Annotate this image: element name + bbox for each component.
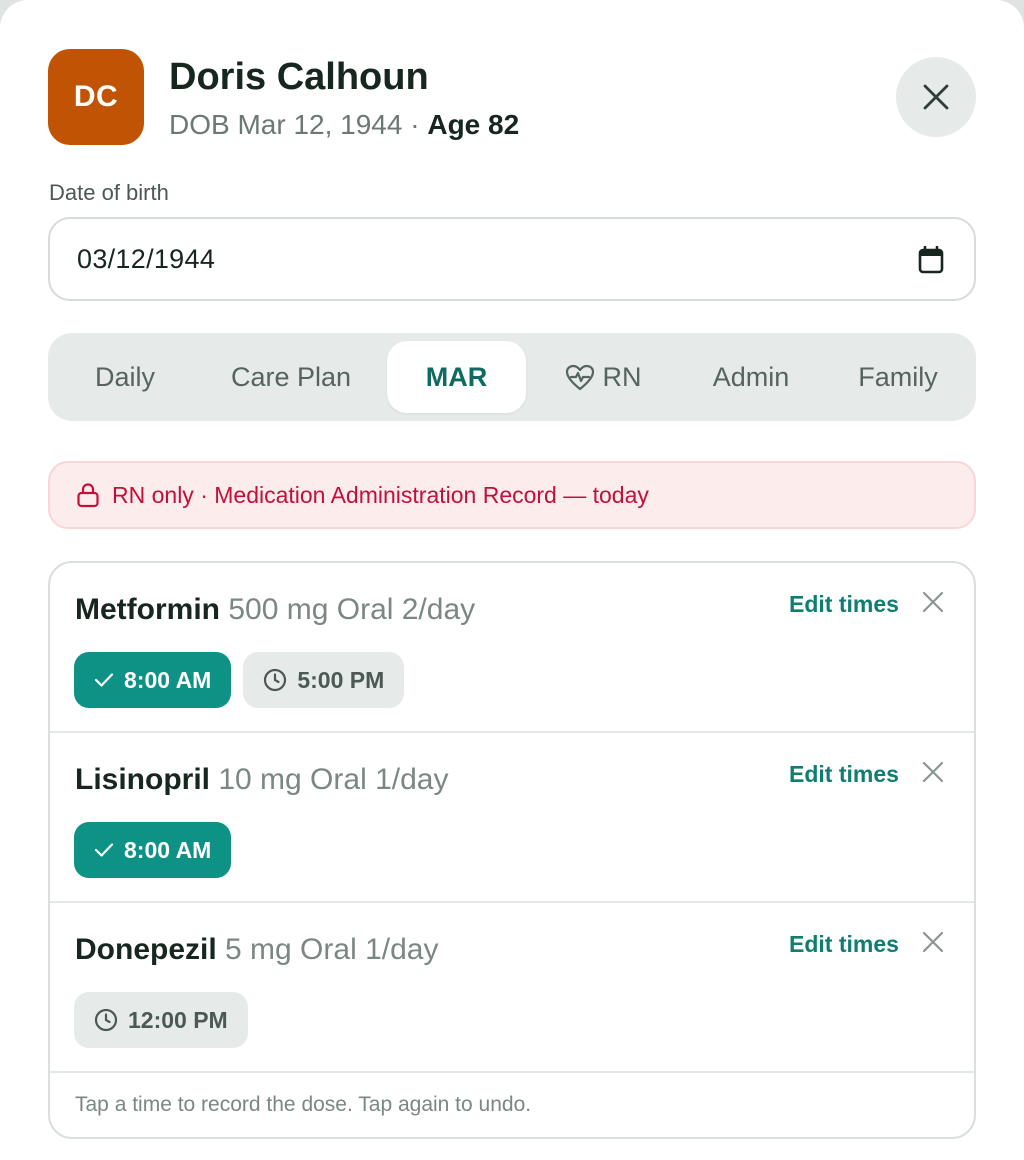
patient-sheet: DC Doris Calhoun DOB Mar 12, 1944 · Age …	[0, 0, 1024, 1160]
med-detail: 10 mg Oral 1/day	[218, 763, 449, 796]
tab-daily[interactable]: Daily	[60, 341, 190, 413]
tab-admin-label: Admin	[712, 361, 790, 392]
lock-icon	[77, 483, 99, 508]
med-title: Metformin 500 mg Oral 2/day	[75, 593, 475, 627]
remove-med-icon[interactable]	[922, 591, 944, 613]
dose-time: 8:00 AM	[124, 666, 212, 693]
edit-times-button[interactable]: Edit times	[789, 931, 899, 958]
check-icon	[94, 843, 114, 857]
calendar-icon[interactable]	[918, 246, 944, 274]
dose-times: 12:00 PM	[74, 992, 248, 1048]
avatar: DC	[48, 49, 144, 145]
tab-rn-label: RN	[602, 361, 642, 392]
dose-chip-due[interactable]: 5:00 PM	[243, 652, 405, 708]
dose-chip-due[interactable]: 12:00 PM	[74, 992, 248, 1048]
tab-mar[interactable]: MAR	[387, 341, 526, 413]
tab-bar: Daily Care Plan MAR RN Admin Family	[48, 333, 976, 421]
notice-text: RN only · Medication Administration Reco…	[112, 481, 649, 508]
med-name: Lisinopril	[75, 763, 210, 796]
clock-icon	[94, 1008, 118, 1032]
clock-icon	[264, 668, 287, 692]
med-name: Donepezil	[75, 933, 217, 966]
tab-care-plan-label: Care Plan	[230, 361, 352, 392]
check-icon	[94, 673, 114, 687]
medication-list: Metformin 500 mg Oral 2/day Edit times 8…	[48, 561, 976, 1139]
tab-rn[interactable]: RN	[552, 341, 654, 413]
tab-mar-label: MAR	[425, 361, 488, 392]
med-row-donepezil: Donepezil 5 mg Oral 1/day Edit times 12:…	[50, 903, 974, 1073]
dose-chip-given[interactable]: 8:00 AM	[74, 822, 232, 878]
dob-date-input[interactable]: 03/12/1944	[48, 217, 976, 301]
med-row-lisinopril: Lisinopril 10 mg Oral 1/day Edit times 8…	[50, 733, 974, 903]
tab-family-label: Family	[858, 361, 938, 392]
edit-times-button[interactable]: Edit times	[789, 591, 899, 618]
med-detail: 5 mg Oral 1/day	[225, 933, 439, 966]
age-text: Age 82	[427, 109, 520, 140]
tab-care-plan[interactable]: Care Plan	[208, 341, 374, 413]
tab-daily-label: Daily	[94, 361, 155, 392]
edit-times-button[interactable]: Edit times	[789, 761, 899, 788]
dose-time: 8:00 AM	[124, 836, 212, 863]
dose-time: 12:00 PM	[128, 1006, 228, 1033]
dob-text: DOB Mar 12, 1944 ·	[169, 109, 428, 140]
tab-admin[interactable]: Admin	[694, 341, 808, 413]
rn-only-notice: RN only · Medication Administration Reco…	[48, 461, 976, 529]
patient-name: Doris Calhoun	[169, 56, 429, 98]
med-title: Lisinopril 10 mg Oral 1/day	[75, 763, 448, 797]
med-name: Metformin	[75, 593, 220, 626]
remove-med-icon[interactable]	[922, 761, 944, 783]
heart-pulse-icon	[565, 364, 594, 390]
dob-field-label: Date of birth	[49, 180, 169, 205]
tab-family[interactable]: Family	[840, 341, 956, 413]
close-icon	[923, 84, 949, 110]
dob-date-value: 03/12/1944	[77, 243, 216, 274]
med-detail: 500 mg Oral 2/day	[228, 593, 476, 626]
dob-summary: DOB Mar 12, 1944 · Age 82	[169, 109, 519, 141]
dose-times: 8:00 AM	[74, 822, 232, 878]
dose-chip-given[interactable]: 8:00 AM	[74, 652, 232, 708]
med-title: Donepezil 5 mg Oral 1/day	[75, 933, 438, 967]
dose-time: 5:00 PM	[297, 666, 385, 693]
remove-med-icon[interactable]	[922, 931, 944, 953]
med-row-metformin: Metformin 500 mg Oral 2/day Edit times 8…	[50, 563, 974, 733]
mar-footnote: Tap a time to record the dose. Tap again…	[75, 1093, 532, 1116]
dose-times: 8:00 AM 5:00 PM	[74, 652, 405, 708]
close-button[interactable]	[896, 57, 976, 137]
